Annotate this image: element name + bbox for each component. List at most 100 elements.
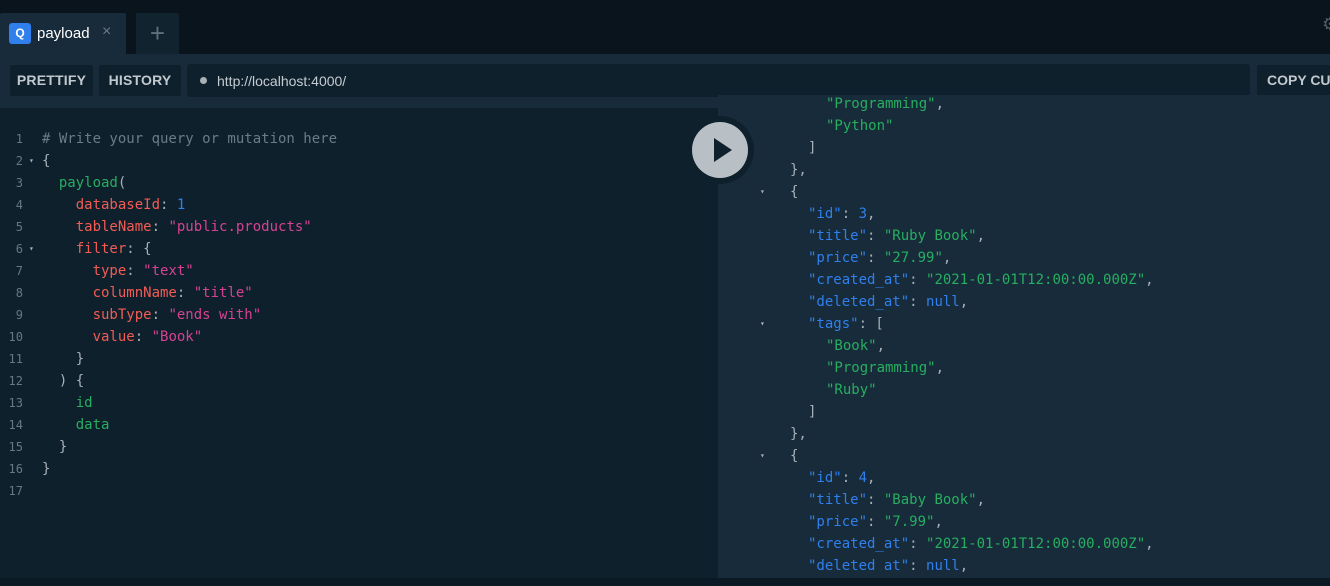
json-token: : xyxy=(909,558,927,574)
json-token: , xyxy=(867,470,876,486)
code-token: "public.products" xyxy=(168,219,312,235)
result-line: "Python" xyxy=(718,115,1330,137)
editor-line: 11 } xyxy=(0,348,718,370)
json-text: "Book", xyxy=(826,335,885,357)
result-line: "Programming", xyxy=(718,95,1330,115)
editor-line: 1 # Write your query or mutation here xyxy=(0,128,718,150)
json-token: , xyxy=(959,558,969,574)
code-text: data xyxy=(42,414,110,436)
copy-curl-button[interactable]: COPY CURL xyxy=(1257,65,1330,96)
json-text: ] xyxy=(808,401,816,423)
json-token: "Ruby Book" xyxy=(883,228,977,244)
code-token: } xyxy=(42,461,51,477)
execute-query-button[interactable] xyxy=(686,116,754,184)
editor-line: 2 ▾ { xyxy=(0,150,718,172)
json-token: "Ruby" xyxy=(826,382,877,398)
code-token: payload xyxy=(58,175,118,191)
json-token: : xyxy=(867,250,884,266)
json-text: "id": 4, xyxy=(808,467,875,489)
json-text: "created_at": "2021-01-01T12:00:00.000Z"… xyxy=(808,533,1154,555)
history-button[interactable]: HISTORY xyxy=(99,65,181,96)
endpoint-url-input[interactable]: http://localhost:4000/ xyxy=(187,64,1250,97)
json-token: "title" xyxy=(808,492,868,508)
query-editor[interactable]: 1 # Write your query or mutation here 2 ▾ {3… xyxy=(0,108,718,586)
code-token: "ends with" xyxy=(168,307,262,323)
line-number: 3 xyxy=(15,176,23,190)
editor-line: 5 tableName: "public.products" xyxy=(0,216,718,238)
json-token: "created_at" xyxy=(808,536,910,552)
code-text: } xyxy=(42,348,84,370)
editor-line: 10 value: "Book" xyxy=(0,326,718,348)
code-token: type xyxy=(92,263,127,279)
json-token: "Book" xyxy=(826,338,877,354)
line-number: 15 xyxy=(8,440,23,454)
json-token: ] xyxy=(808,140,817,156)
code-token: : xyxy=(176,285,194,301)
line-number: 5 xyxy=(15,220,23,234)
json-token: : xyxy=(909,536,927,552)
code-token: : { xyxy=(126,241,152,257)
tab-payload[interactable]: Q payload × xyxy=(0,13,126,54)
close-icon[interactable]: × xyxy=(102,23,111,41)
json-text: { xyxy=(790,445,798,467)
json-token: , xyxy=(867,206,876,222)
json-token: : xyxy=(867,492,884,508)
code-token: 1 xyxy=(176,197,186,213)
json-token: : xyxy=(841,470,859,486)
code-token: ( xyxy=(117,175,127,191)
json-token: : xyxy=(909,294,927,310)
json-text: "Ruby" xyxy=(826,379,877,401)
code-token: value xyxy=(92,329,135,345)
code-text: { xyxy=(42,150,50,172)
fold-arrow-icon[interactable]: ▾ xyxy=(760,313,765,335)
json-token: "27.99" xyxy=(883,250,943,266)
editor-line: 12 ) { xyxy=(0,370,718,392)
editor-line: 7 type: "text" xyxy=(0,260,718,282)
json-text: "tags": [ xyxy=(808,313,884,335)
fold-arrow-icon[interactable]: ▾ xyxy=(760,181,765,203)
code-text: payload( xyxy=(42,172,126,194)
code-text: } xyxy=(42,436,67,458)
fold-arrow-icon[interactable]: ▾ xyxy=(760,445,765,467)
code-text: id xyxy=(42,392,93,414)
result-viewer[interactable]: "Programming", "Python"]}, ▾{"id": 3, "titl… xyxy=(718,95,1330,578)
editor-line: 6 ▾ filter: { xyxy=(0,238,718,260)
line-number: 16 xyxy=(8,462,23,476)
json-token: "price" xyxy=(808,514,868,530)
json-token: null xyxy=(926,558,960,574)
code-text: ) { xyxy=(42,370,84,392)
code-text: subType: "ends with" xyxy=(42,304,262,326)
add-tab-button[interactable]: + xyxy=(136,13,179,54)
fold-arrow-icon[interactable]: ▾ xyxy=(29,238,34,260)
json-text: "title": "Ruby Book", xyxy=(808,225,985,247)
fold-arrow-icon[interactable]: ▾ xyxy=(29,150,34,172)
code-token: tableName xyxy=(75,219,152,235)
json-text: "Programming", xyxy=(826,357,944,379)
json-token: "Baby Book" xyxy=(883,492,977,508)
code-token: ) { xyxy=(42,373,85,389)
gear-icon[interactable]: ⚙ xyxy=(1322,14,1330,35)
code-text: type: "text" xyxy=(42,260,194,282)
json-token: "price" xyxy=(808,250,868,266)
result-line: "id": 4, xyxy=(718,467,1330,489)
line-number: 4 xyxy=(15,198,23,212)
result-line: "Book", xyxy=(718,335,1330,357)
code-token: : xyxy=(151,307,169,323)
json-token: "title" xyxy=(808,228,868,244)
json-token: "id" xyxy=(808,470,842,486)
result-line: "price": "27.99", xyxy=(718,247,1330,269)
code-text: columnName: "title" xyxy=(42,282,253,304)
result-line: "Programming", xyxy=(718,357,1330,379)
play-icon xyxy=(714,138,732,162)
tab-title: payload xyxy=(37,25,90,42)
json-token: , xyxy=(1145,536,1154,552)
json-text: "created_at": "2021-01-01T12:00:00.000Z"… xyxy=(808,269,1154,291)
prettify-button[interactable]: PRETTIFY xyxy=(10,65,93,96)
line-number: 10 xyxy=(8,330,23,344)
